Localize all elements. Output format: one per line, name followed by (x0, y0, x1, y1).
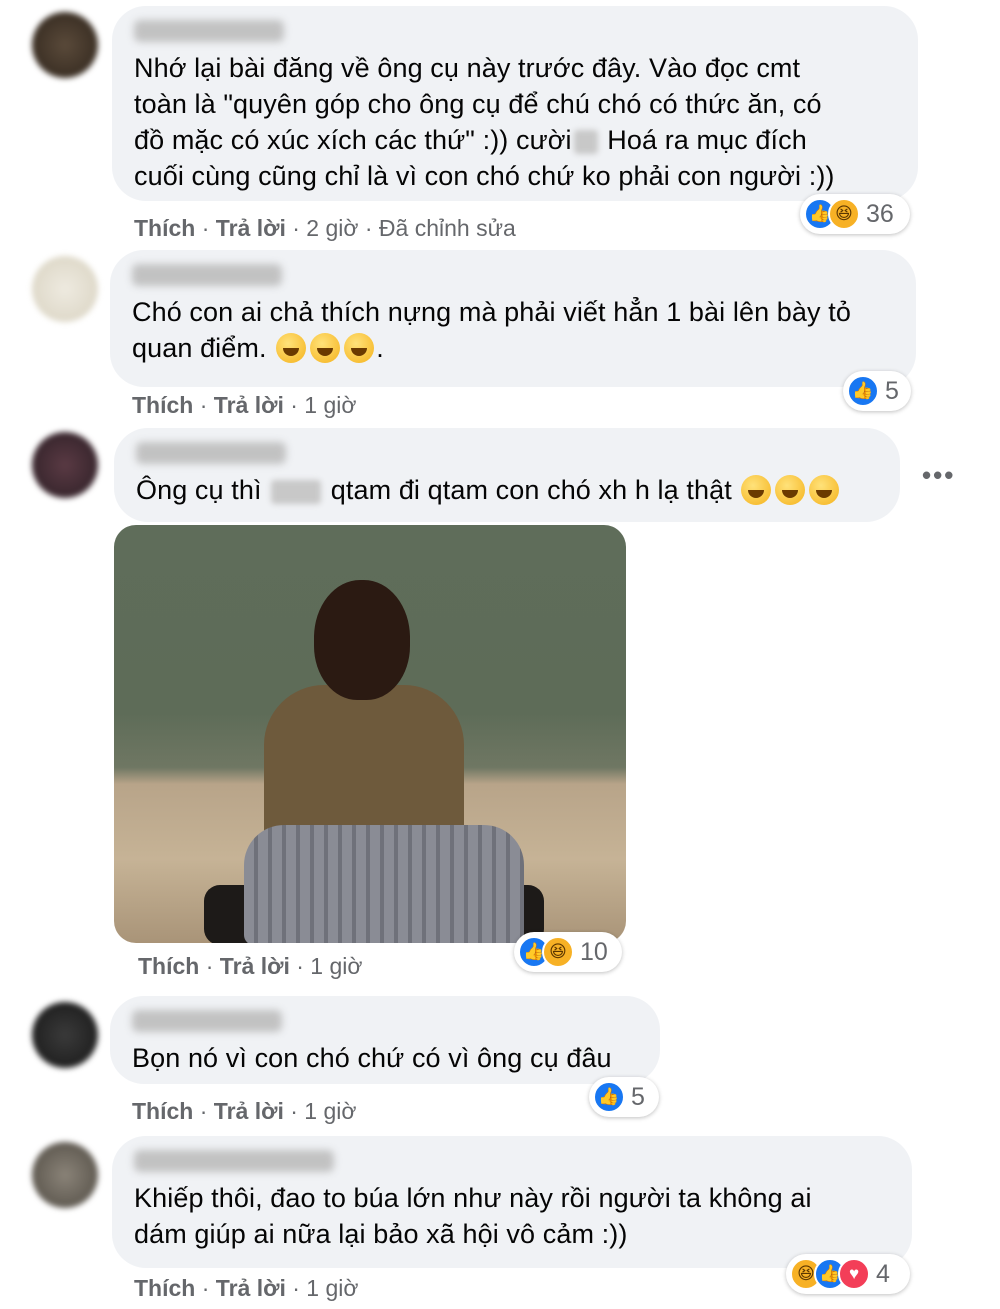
comment-text: Khiếp thôi, đao to búa lớn như này rồi n… (134, 1183, 812, 1249)
comment-text: Bọn nó vì con chó chứ có vì ông cụ đâu (132, 1043, 612, 1073)
like-button[interactable]: Thích (138, 953, 199, 979)
comment-time[interactable]: 2 giờ (306, 215, 358, 241)
comment-text: Nhớ lại bài đăng về ông cụ này trước đây… (134, 53, 835, 191)
comment-time[interactable]: 1 giờ (304, 1098, 356, 1124)
rofl-emoji (741, 475, 772, 505)
reply-button[interactable]: Trả lời (220, 953, 290, 979)
comment-actions: Thích · Trả lời · 1 giờ (134, 1275, 359, 1301)
reply-button[interactable]: Trả lời (214, 1098, 284, 1124)
comment-bubble: Khiếp thôi, đao to búa lớn như này rồi n… (112, 1136, 912, 1268)
avatar[interactable] (32, 256, 98, 322)
commenter-name-blurred[interactable] (134, 20, 284, 42)
comment-bubble: Nhớ lại bài đăng về ông cụ này trước đây… (112, 6, 918, 201)
reaction-summary[interactable]: 👍 😆 36 (800, 194, 910, 234)
avatar[interactable] (32, 1002, 98, 1068)
reply-button[interactable]: Trả lời (216, 1275, 286, 1301)
commenter-name-blurred[interactable] (132, 1010, 282, 1032)
grinning-sweat-emoji (344, 333, 375, 363)
reaction-count: 36 (866, 199, 894, 228)
like-button[interactable]: Thích (132, 392, 193, 418)
edited-label[interactable]: Đã chỉnh sửa (379, 215, 516, 241)
comment-actions: Thích · Trả lời · 2 giờ · Đã chỉnh sửa (134, 215, 516, 241)
rofl-emoji (809, 475, 840, 505)
avatar[interactable] (32, 1142, 98, 1208)
comment-time[interactable]: 1 giờ (310, 953, 362, 979)
commenter-name-blurred[interactable] (136, 442, 286, 464)
comment-bubble: Ông cụ thì qtam đi qtam con chó xh h lạ … (114, 428, 900, 522)
redacted-text (271, 479, 322, 504)
reaction-summary[interactable]: 👍 5 (589, 1077, 659, 1117)
like-reaction-icon: 👍 (847, 375, 879, 407)
like-button[interactable]: Thích (132, 1098, 193, 1124)
comment-text: Chó con ai chả thích nựng mà phải viết h… (132, 297, 851, 363)
like-button[interactable]: Thích (134, 215, 195, 241)
haha-reaction-icon: 😆 (828, 198, 860, 230)
reaction-count: 10 (580, 937, 608, 966)
haha-reaction-icon: 😆 (542, 936, 574, 968)
comment-text: Ông cụ thì qtam đi qtam con chó xh h lạ … (136, 472, 878, 508)
love-reaction-icon: ♥ (838, 1258, 870, 1290)
reaction-count: 4 (876, 1259, 890, 1288)
avatar[interactable] (32, 12, 98, 78)
reaction-summary[interactable]: 👍 5 (843, 371, 911, 411)
rofl-emoji (775, 475, 806, 505)
like-reaction-icon: 👍 (593, 1081, 625, 1113)
reply-button[interactable]: Trả lời (216, 215, 286, 241)
like-button[interactable]: Thích (134, 1275, 195, 1301)
comment-actions: Thích · Trả lời · 1 giờ (132, 1098, 357, 1124)
reaction-summary[interactable]: 👍 😆 10 (514, 932, 622, 972)
comment-bubble: Chó con ai chả thích nựng mà phải viết h… (110, 250, 916, 387)
grinning-sweat-emoji (276, 333, 307, 363)
commenter-name-blurred[interactable] (134, 1150, 334, 1172)
commenter-name-blurred[interactable] (132, 264, 282, 286)
comment-bubble: Bọn nó vì con chó chứ có vì ông cụ đâu (110, 996, 660, 1084)
grinning-sweat-emoji (310, 333, 341, 363)
photo-figure-legs (244, 825, 524, 943)
reply-button[interactable]: Trả lời (214, 392, 284, 418)
reaction-count: 5 (885, 376, 899, 405)
comment-actions: Thích · Trả lời · 1 giờ (138, 953, 363, 979)
avatar[interactable] (32, 432, 98, 498)
comment-actions: Thích · Trả lời · 1 giờ (132, 392, 357, 418)
reaction-count: 5 (631, 1082, 645, 1111)
comment-attached-photo[interactable] (114, 525, 626, 943)
comment-time[interactable]: 1 giờ (306, 1275, 358, 1301)
redacted-text (573, 129, 598, 154)
comment-time[interactable]: 1 giờ (304, 392, 356, 418)
more-options-button[interactable]: ••• (922, 460, 955, 491)
photo-figure-head (314, 580, 410, 700)
reaction-summary[interactable]: 😆 👍 ♥ 4 (786, 1254, 910, 1294)
